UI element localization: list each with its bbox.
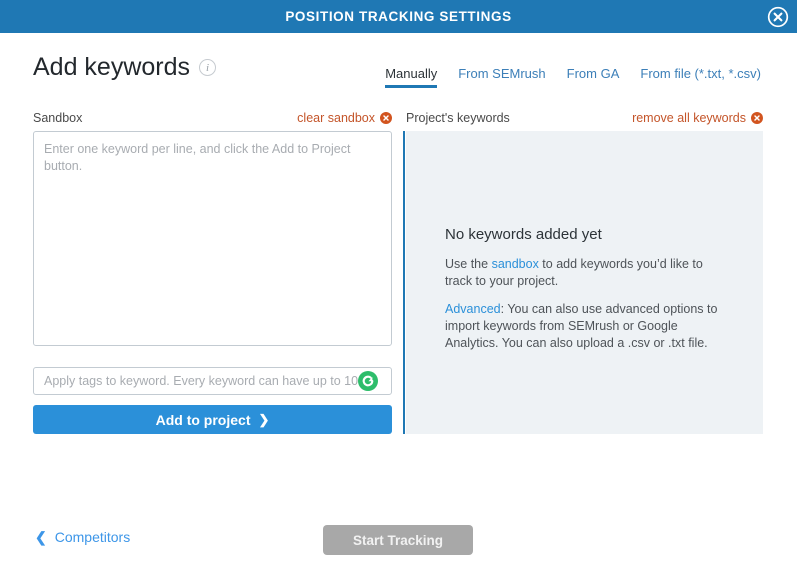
empty-state: No keywords added yet Use the sandbox to… [445,226,721,351]
add-to-project-button[interactable]: Add to project ❯ [33,405,392,434]
chevron-left-icon: ❮ [35,529,47,545]
source-tabs: Manually From SEMrush From GA From file … [385,66,761,88]
empty-state-title: No keywords added yet [445,226,602,243]
sandbox-header: Sandbox clear sandbox [33,111,392,125]
page-heading: Add keywords i [33,53,217,81]
advanced-link[interactable]: Advanced [445,302,501,316]
tab-from-file[interactable]: From file (*.txt, *.csv) [640,66,761,88]
tags-input-wrapper [33,367,392,395]
remove-circle-x-icon [751,112,763,124]
competitors-label: Competitors [54,529,131,545]
keywords-header: Project's keywords remove all keywords [406,111,763,125]
window-title-bar: POSITION TRACKING SETTINGS [0,0,797,33]
clear-circle-x-icon [380,112,392,124]
project-keywords-panel: No keywords added yet Use the sandbox to… [406,131,763,434]
sandbox-link[interactable]: sandbox [492,257,539,271]
sandbox-textarea[interactable] [33,131,392,346]
column-divider [403,131,405,434]
chevron-right-icon: ❯ [258,412,270,427]
tags-input[interactable] [33,367,392,395]
close-icon[interactable] [767,6,789,28]
competitors-back-link[interactable]: ❮ Competitors [35,529,130,545]
remove-all-keywords-button[interactable]: remove all keywords [632,111,763,125]
info-icon[interactable]: i [199,59,217,76]
sandbox-label: Sandbox [33,111,83,125]
empty-state-line-2: Advanced: You can also use advanced opti… [445,301,721,351]
page-title: Add keywords [33,53,191,81]
remove-all-keywords-label: remove all keywords [632,111,746,125]
start-tracking-button[interactable]: Start Tracking [323,525,473,555]
tab-manually[interactable]: Manually [385,66,438,88]
clear-sandbox-button[interactable]: clear sandbox [297,111,392,125]
tab-from-ga[interactable]: From GA [567,66,620,88]
clear-sandbox-label: clear sandbox [297,111,375,125]
empty-state-line-1: Use the sandbox to add keywords you’d li… [445,256,721,289]
refresh-spinner-icon[interactable] [357,370,379,392]
add-to-project-label: Add to project [155,411,251,428]
tab-from-semrush[interactable]: From SEMrush [458,66,545,88]
keywords-label: Project's keywords [406,111,510,125]
empty-line1-pre: Use the [445,257,492,271]
window-title: POSITION TRACKING SETTINGS [285,9,512,24]
